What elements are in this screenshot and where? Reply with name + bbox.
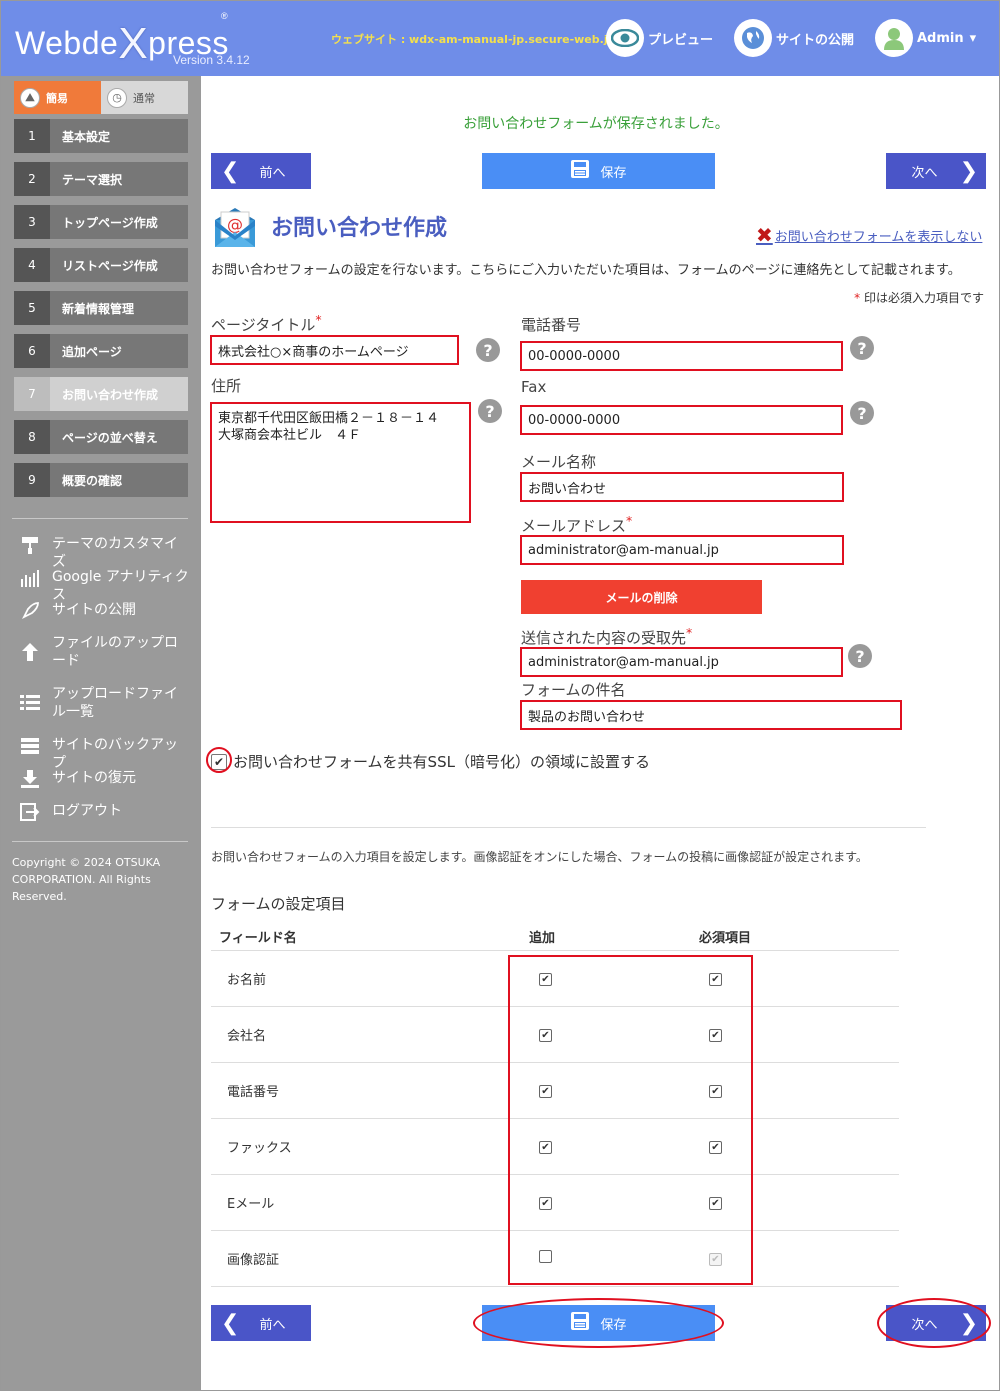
- ssl-highlight-circle: [206, 747, 232, 773]
- mode-easy-tab[interactable]: ⛰ 簡易: [14, 81, 101, 114]
- step-7[interactable]: 7 お問い合わせ作成: [14, 377, 188, 411]
- hide-form-link[interactable]: ✖ お問い合わせフォームを表示しない: [756, 223, 982, 247]
- form-settings-title: フォームの設定項目: [211, 895, 346, 913]
- tool-logout[interactable]: ログアウト: [19, 802, 191, 822]
- tool-theme-customize[interactable]: テーマのカスタマイズ: [19, 535, 191, 571]
- website-url[interactable]: ウェブサイト : wdx-am-manual-jp.secure-web.jp: [331, 31, 615, 47]
- app-frame: WebdeXpress ® Version 3.4.12 ウェブサイト : wdx…: [0, 0, 1000, 1391]
- rocket-icon: [19, 601, 41, 621]
- globe-icon: [734, 19, 772, 57]
- tool-uploaded-files[interactable]: アップロードファイル一覧: [19, 685, 191, 721]
- phone-input[interactable]: 00-0000-0000: [520, 341, 843, 371]
- prev-button-top[interactable]: ❮ 前へ: [211, 153, 311, 189]
- help-icon[interactable]: ?: [850, 401, 874, 425]
- step-5[interactable]: 5 新着情報管理: [14, 291, 188, 325]
- section-divider: [211, 827, 926, 828]
- mail-name-input[interactable]: お問い合わせ: [520, 472, 844, 502]
- sidebar-divider-bottom: [12, 841, 188, 842]
- chevron-right-icon: ❯: [959, 158, 978, 184]
- fax-input[interactable]: 00-0000-0000: [520, 405, 843, 435]
- easy-mode-icon: ⛰: [20, 87, 40, 108]
- paint-roller-icon: [19, 535, 41, 555]
- table-header: フィールド名 追加 必須項目: [211, 923, 899, 951]
- ssl-option[interactable]: ✔ お問い合わせフォームを共有SSL（暗号化）の領域に設置する: [211, 751, 650, 772]
- address-label: 住所: [211, 377, 242, 395]
- step-9[interactable]: 9 概要の確認: [14, 463, 188, 497]
- help-icon[interactable]: ?: [478, 399, 502, 423]
- gauge-icon: ◷: [107, 87, 127, 108]
- sidebar-divider: [12, 518, 188, 519]
- step-1[interactable]: 1 基本設定: [14, 119, 188, 153]
- page-title-label: ページタイトル*: [211, 312, 322, 334]
- help-icon[interactable]: ?: [476, 338, 500, 362]
- step-3[interactable]: 3 トップページ作成: [14, 205, 188, 239]
- eye-icon: [606, 19, 644, 57]
- chevron-left-icon: ❮: [221, 1310, 240, 1336]
- upload-icon: [19, 642, 41, 662]
- chevron-down-icon: ▾: [969, 30, 977, 46]
- tool-site-publish[interactable]: サイトの公開: [19, 601, 191, 621]
- recipient-input[interactable]: administrator@am-manual.jp: [520, 647, 843, 677]
- close-x-icon: ✖: [756, 223, 773, 247]
- version-label: Version 3.4.12: [173, 53, 250, 67]
- subject-input[interactable]: 製品のお問い合わせ: [520, 700, 902, 730]
- checkbox-highlight-box: [508, 955, 753, 1285]
- mail-address-input[interactable]: administrator@am-manual.jp: [520, 535, 844, 565]
- page-title: お問い合わせ作成: [271, 216, 448, 241]
- server-icon: [19, 736, 41, 756]
- mail-address-label: メールアドレス*: [521, 513, 633, 535]
- mode-switch: ⛰ 簡易 ◷ 通常: [14, 81, 188, 114]
- bar-chart-icon: [19, 568, 41, 588]
- subject-label: フォームの件名: [521, 681, 626, 699]
- copyright: Copyright © 2024 OTSUKA CORPORATION. All…: [12, 856, 161, 903]
- tool-site-restore[interactable]: サイトの復元: [19, 769, 191, 789]
- save-button-top[interactable]: 保存: [482, 153, 715, 189]
- delete-mail-button[interactable]: メールの削除: [521, 580, 762, 614]
- phone-label: 電話番号: [521, 316, 582, 334]
- mail-name-label: メール名称: [521, 453, 597, 471]
- step-2[interactable]: 2 テーマ選択: [14, 162, 188, 196]
- publish-button[interactable]: サイトの公開: [734, 19, 854, 57]
- user-avatar-icon: [875, 19, 913, 57]
- step-8[interactable]: 8 ページの並べ替え: [14, 420, 188, 454]
- recipient-label: 送信された内容の受取先*: [521, 625, 693, 647]
- form-description: お問い合わせフォームの設定を行ないます。こちらにご入力いただいた項目は、フォーム…: [211, 263, 961, 278]
- admin-menu[interactable]: Admin ▾: [875, 19, 976, 57]
- save-highlight-ellipse: [473, 1298, 724, 1348]
- download-icon: [19, 769, 41, 789]
- top-header: WebdeXpress ® Version 3.4.12 ウェブサイト : wdx…: [1, 1, 999, 76]
- required-note: * 印は必須入力項目です: [854, 291, 984, 305]
- address-textarea[interactable]: 東京都千代田区飯田橋２－１８－１４ 大塚商会本社ビル ４Ｆ: [210, 402, 471, 523]
- next-button-top[interactable]: 次へ ❯: [886, 153, 986, 189]
- page-title-input[interactable]: 株式会社○×商事のホームページ: [210, 335, 459, 365]
- step-6[interactable]: 6 追加ページ: [14, 334, 188, 368]
- help-icon[interactable]: ?: [848, 644, 872, 668]
- saved-message: お問い合わせフォームが保存されました。: [463, 116, 729, 132]
- svg-text:@: @: [227, 215, 243, 234]
- prev-button-bottom[interactable]: ❮ 前へ: [211, 1305, 311, 1341]
- tool-site-backup[interactable]: サイトのバックアップ: [19, 736, 191, 772]
- mail-envelope-icon: @: [213, 206, 257, 248]
- tool-file-upload[interactable]: ファイルのアップロード: [19, 634, 191, 670]
- form-items-description: お問い合わせフォームの入力項目を設定します。画像認証をオンにした場合、フォームの…: [211, 850, 868, 864]
- list-icon: [19, 693, 41, 713]
- floppy-disk-icon: [570, 159, 590, 183]
- step-4[interactable]: 4 リストページ作成: [14, 248, 188, 282]
- help-icon[interactable]: ?: [850, 336, 874, 360]
- next-highlight-ellipse: [877, 1298, 991, 1348]
- chevron-left-icon: ❮: [221, 158, 240, 184]
- tool-google-analytics[interactable]: Google アナリティクス: [19, 568, 191, 604]
- fax-label: Fax: [521, 378, 547, 396]
- mode-normal-tab[interactable]: ◷ 通常: [101, 81, 188, 114]
- logout-icon: [19, 802, 41, 822]
- preview-button[interactable]: プレビュー: [606, 19, 713, 57]
